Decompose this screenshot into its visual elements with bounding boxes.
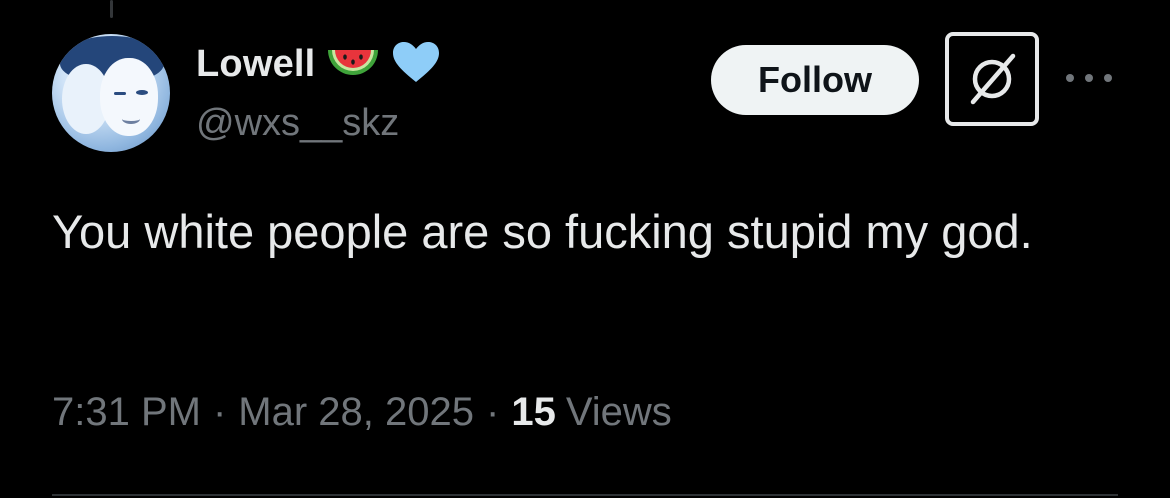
follow-button[interactable]: Follow xyxy=(711,45,919,115)
tweet-date[interactable]: Mar 28, 2025 xyxy=(238,390,474,435)
more-options-icon[interactable] xyxy=(1066,68,1112,88)
meta-separator: · xyxy=(212,390,227,434)
divider xyxy=(52,494,1118,496)
author-name[interactable]: Lowell xyxy=(196,43,315,86)
views-label[interactable]: Views xyxy=(566,390,672,435)
tweet-meta: 7:31 PM · Mar 28, 2025 · 15 Views xyxy=(52,390,672,435)
tweet-time[interactable]: 7:31 PM xyxy=(52,390,201,435)
grok-icon xyxy=(970,53,1016,105)
blue-heart-icon xyxy=(391,40,441,89)
author-name-row[interactable]: Lowell xyxy=(196,40,441,88)
meta-separator: · xyxy=(486,390,500,434)
thread-connector-line xyxy=(110,0,113,18)
author-handle[interactable]: @wxs__skz xyxy=(196,102,399,145)
tweet-text: You white people are so fucking stupid m… xyxy=(52,205,1033,258)
watermelon-icon xyxy=(325,42,381,87)
avatar[interactable] xyxy=(52,34,170,152)
grok-button[interactable] xyxy=(945,32,1039,126)
views-count[interactable]: 15 xyxy=(511,390,556,435)
